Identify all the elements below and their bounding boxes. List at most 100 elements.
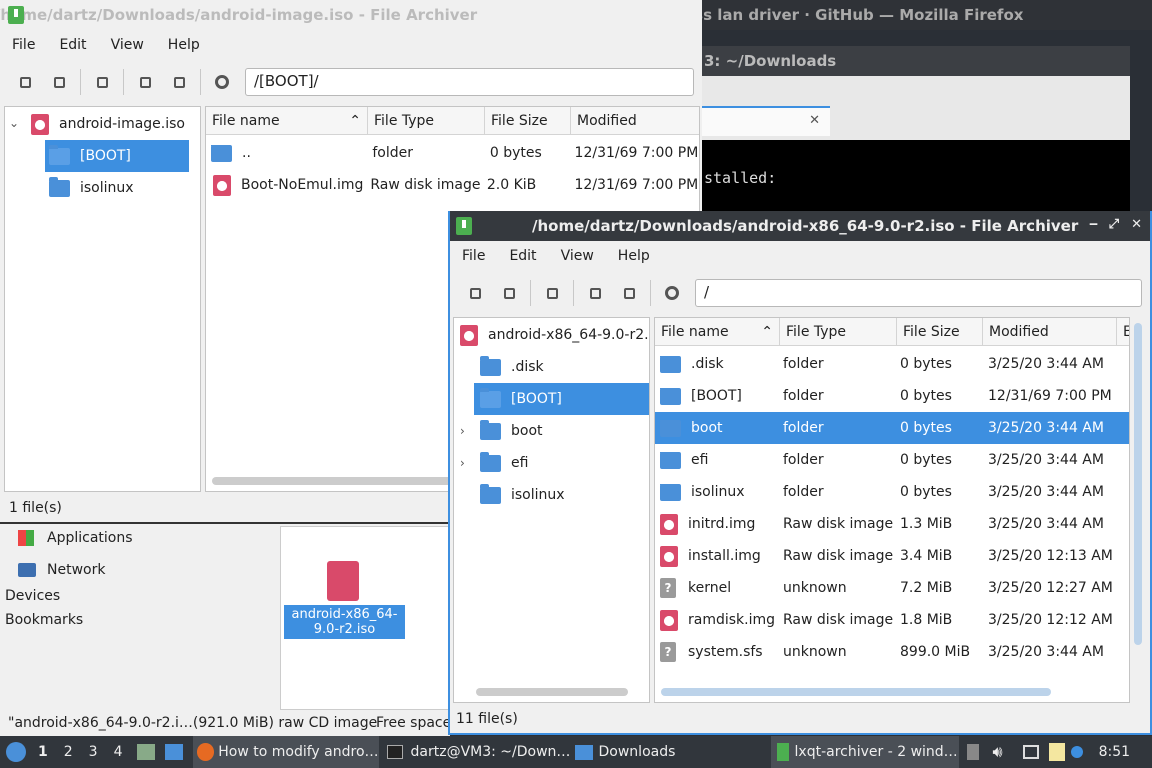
menu-help[interactable]: Help [156, 37, 212, 53]
col-file-size[interactable]: File Size [897, 318, 983, 345]
terminal-window[interactable]: 3: ~/Downloads ✕ stalled: emove and 0 no… [700, 46, 1130, 236]
horizontal-scrollbar[interactable] [476, 688, 628, 696]
expand-chevron-icon[interactable]: › [460, 456, 465, 470]
desktop-1[interactable]: 1 [38, 736, 48, 768]
tree-item[interactable]: [BOOT] [474, 383, 649, 415]
col-file-type[interactable]: File Type [368, 107, 485, 134]
extract-icon[interactable] [540, 281, 564, 305]
desktop-3[interactable]: 3 [89, 736, 98, 768]
folder-icon [660, 483, 681, 501]
collapse-chevron-icon[interactable]: ⌄ [9, 116, 19, 130]
stop-icon[interactable] [660, 281, 684, 305]
col-file-name[interactable]: File name ⌃ [206, 107, 368, 134]
task-firefox[interactable]: How to modify andro… [192, 736, 379, 768]
add-files-icon[interactable] [583, 281, 607, 305]
iso-file-icon [327, 561, 359, 601]
tree-item[interactable]: boot [480, 415, 543, 447]
horizontal-scrollbar[interactable] [661, 688, 1051, 696]
tree-item[interactable]: [BOOT] [45, 140, 189, 172]
col-file-name[interactable]: File name ⌃ [655, 318, 780, 345]
notes-icon[interactable] [1048, 743, 1065, 761]
add-files-icon[interactable] [133, 70, 157, 94]
col-file-size[interactable]: File Size [485, 107, 571, 134]
table-row[interactable]: isolinux folder 0 bytes 3/25/20 3:44 AM [655, 476, 1129, 508]
maximize-icon[interactable]: ⤢ [1109, 217, 1119, 232]
cell-type: Raw disk image [783, 612, 894, 628]
menu-file[interactable]: File [0, 37, 47, 53]
open-archive-icon[interactable] [497, 281, 521, 305]
expand-chevron-icon[interactable]: › [460, 424, 465, 438]
iso-file-label[interactable]: android-x86_64-9.0-r2.iso [284, 605, 405, 639]
table-row[interactable]: Boot-NoEmul.img Raw disk image 2.0 KiB 1… [206, 169, 699, 201]
table-row[interactable]: .. folder 0 bytes 12/31/69 7:00 PM [206, 137, 699, 169]
tree-item[interactable]: isolinux [480, 479, 565, 511]
table-row[interactable]: initrd.img Raw disk image 1.3 MiB 3/25/20 3… [655, 508, 1129, 540]
table-row[interactable]: install.img Raw disk image 3.4 MiB 3/25/20 … [655, 540, 1129, 572]
archiver-window-2[interactable]: /home/dartz/Downloads/android-x86_64-9.0… [448, 211, 1152, 735]
menu-file[interactable]: File [450, 248, 497, 264]
volume-icon[interactable]: 🔊︎ [993, 742, 1003, 762]
tree-label: efi [511, 455, 529, 471]
stop-icon[interactable] [210, 70, 234, 94]
table-row[interactable]: ? kernel unknown 7.2 MiB 3/25/20 12:27 AM [655, 572, 1129, 604]
add-folder-icon[interactable] [617, 281, 641, 305]
folder-icon [660, 387, 681, 405]
vertical-scrollbar[interactable] [1134, 323, 1142, 645]
clipboard-icon[interactable] [966, 744, 979, 760]
tree-item[interactable]: android-image.iso [31, 108, 185, 140]
col-modified[interactable]: Modified [983, 318, 1117, 345]
path-field[interactable]: /[BOOT]/ [245, 68, 694, 96]
open-archive-icon[interactable] [47, 70, 71, 94]
table-row[interactable]: .disk folder 0 bytes 3/25/20 3:44 AM [655, 348, 1129, 380]
table-row[interactable]: [BOOT] folder 0 bytes 12/31/69 7:00 PM [655, 380, 1129, 412]
tree-item[interactable]: isolinux [49, 172, 134, 204]
new-archive-icon[interactable] [13, 70, 37, 94]
table-row[interactable]: ramdisk.img Raw disk image 1.8 MiB 3/25/20 … [655, 604, 1129, 636]
folder-icon [574, 744, 593, 760]
table-row[interactable]: efi folder 0 bytes 3/25/20 3:44 AM [655, 444, 1129, 476]
cell-size: 3.4 MiB [900, 548, 953, 564]
file-manager-window[interactable]: Applications Network Devices Bookmarks a… [0, 520, 451, 736]
places-applications[interactable]: Applications [18, 522, 133, 554]
desktop-4[interactable]: 4 [114, 736, 123, 768]
notification-icon[interactable] [1070, 746, 1083, 758]
extract-icon[interactable] [90, 70, 114, 94]
window1-titlebar[interactable]: /home/dartz/Downloads/android-image.iso … [0, 0, 702, 30]
cell-name: .disk [691, 356, 724, 372]
network-tray-icon[interactable] [1022, 745, 1039, 759]
path-field[interactable]: / [695, 279, 1142, 307]
col-file-type[interactable]: File Type [780, 318, 897, 345]
desktop-2[interactable]: 2 [64, 736, 73, 768]
menu-edit[interactable]: Edit [47, 37, 98, 53]
bookmarks-section: Bookmarks [5, 612, 84, 628]
tree-label: [BOOT] [80, 148, 131, 164]
start-menu-icon[interactable] [6, 742, 26, 762]
close-icon[interactable]: ✕ [1131, 217, 1142, 232]
menu-view[interactable]: View [99, 37, 156, 53]
horizontal-scrollbar[interactable] [212, 477, 452, 485]
tree-item[interactable]: android-x86_64-9.0-r2.iso [460, 319, 649, 351]
window2-titlebar[interactable]: /home/dartz/Downloads/android-x86_64-9.0… [450, 211, 1150, 241]
task-archiver[interactable]: lxqt-archiver - 2 wind… [770, 736, 959, 768]
task-downloads[interactable]: Downloads [574, 736, 771, 768]
file-manager-launcher-icon[interactable] [136, 744, 155, 760]
minimize-icon[interactable]: ‒ [1089, 217, 1098, 232]
table-row[interactable]: ? system.sfs unknown 899.0 MiB 3/25/20 3:44 … [655, 636, 1129, 668]
tree-item[interactable]: efi [480, 447, 528, 479]
cell-type: folder [783, 452, 824, 468]
menu-view[interactable]: View [549, 248, 606, 264]
close-tab-icon[interactable]: ✕ [809, 113, 820, 128]
new-archive-icon[interactable] [463, 281, 487, 305]
menu-edit[interactable]: Edit [497, 248, 548, 264]
add-folder-icon[interactable] [167, 70, 191, 94]
task-terminal[interactable]: dartz@VM3: ~/Down… [379, 736, 575, 768]
tree-item[interactable]: .disk [480, 351, 544, 383]
tree-label: [BOOT] [511, 391, 562, 407]
show-desktop-icon[interactable] [164, 744, 183, 760]
col-extra[interactable]: E [1117, 318, 1129, 345]
col-modified[interactable]: Modified [571, 107, 699, 134]
tree-label: android-image.iso [59, 116, 185, 132]
table-row[interactable]: boot folder 0 bytes 3/25/20 3:44 AM [655, 412, 1129, 444]
menu-help[interactable]: Help [606, 248, 662, 264]
cell-modified: 3/25/20 3:44 AM [988, 516, 1104, 532]
